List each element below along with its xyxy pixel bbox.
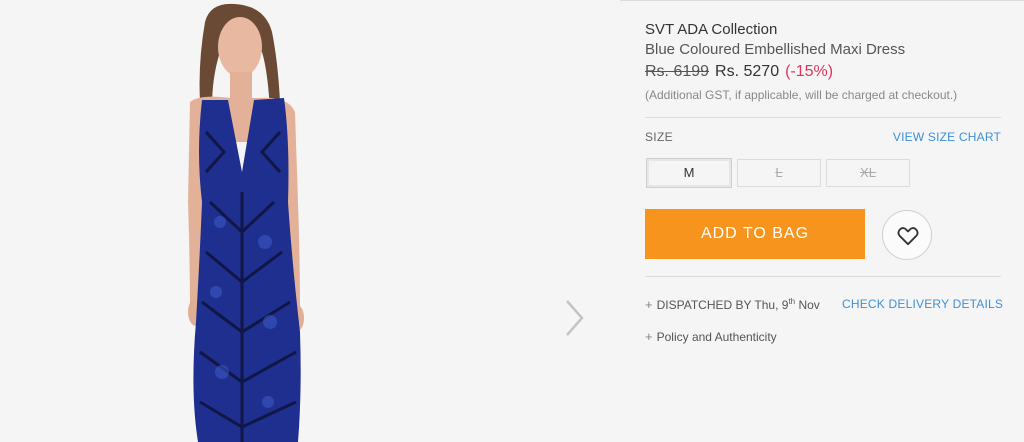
price-row: Rs. 6199 Rs. 5270 (-15%) xyxy=(645,63,833,81)
policy-label: Policy and Authenticity xyxy=(656,330,777,344)
size-label: SIZE xyxy=(645,130,673,144)
plus-icon: + xyxy=(645,329,653,344)
view-size-chart-link[interactable]: VIEW SIZE CHART xyxy=(893,130,1001,144)
product-details: SVT ADA Collection Blue Coloured Embelli… xyxy=(645,0,1005,442)
size-option-l[interactable]: L xyxy=(737,159,821,187)
size-option-m[interactable]: M xyxy=(646,158,732,188)
product-gallery xyxy=(0,0,620,442)
dispatch-date: Thu, 9 xyxy=(754,298,789,312)
original-price: Rs. 6199 xyxy=(645,63,710,80)
brand-name: SVT ADA Collection xyxy=(645,21,778,38)
add-to-bag-button[interactable]: ADD TO BAG xyxy=(645,209,865,259)
dispatch-label: DISPATCHED BY xyxy=(656,298,752,312)
product-title: Blue Coloured Embellished Maxi Dress xyxy=(645,41,906,58)
dispatch-month: Nov xyxy=(798,298,820,312)
discount-badge: (-15%) xyxy=(785,63,834,80)
policy-authenticity[interactable]: + Policy and Authenticity xyxy=(645,329,777,344)
dispatch-date-suffix: th xyxy=(788,297,796,306)
wishlist-button[interactable] xyxy=(882,210,932,260)
heart-icon xyxy=(897,227,919,246)
size-option-xl[interactable]: XL xyxy=(826,159,910,187)
dispatch-info[interactable]: + DISPATCHED BY Thu, 9th Nov xyxy=(645,297,820,312)
chevron-right-icon[interactable] xyxy=(560,296,590,340)
gst-note: (Additional GST, if applicable, will be … xyxy=(645,88,958,102)
divider xyxy=(645,276,1001,277)
divider xyxy=(645,117,1001,118)
check-delivery-details-link[interactable]: CHECK DELIVERY DETAILS xyxy=(842,297,1003,311)
plus-icon: + xyxy=(645,297,653,312)
sale-price: Rs. 5270 xyxy=(715,63,780,80)
product-image[interactable] xyxy=(150,2,350,442)
